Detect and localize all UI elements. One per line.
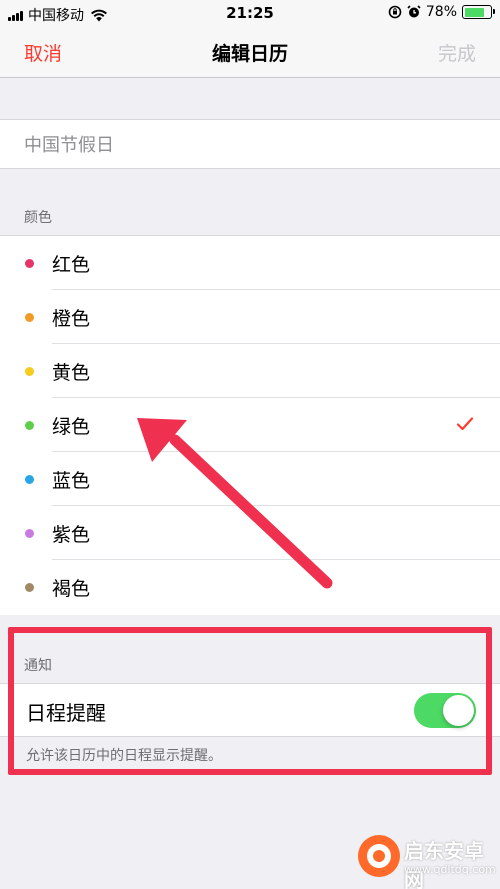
checkmark-icon bbox=[456, 417, 474, 431]
color-label: 红色 bbox=[52, 254, 91, 276]
color-option-green[interactable]: 绿色 bbox=[0, 398, 500, 452]
color-dot bbox=[25, 313, 34, 322]
color-dot bbox=[25, 583, 34, 592]
rotation-lock-icon bbox=[388, 5, 402, 19]
event-alerts-label: 日程提醒 bbox=[26, 701, 106, 725]
color-label: 紫色 bbox=[52, 524, 91, 546]
notifications-section-header: 通知 bbox=[24, 658, 52, 674]
color-dot bbox=[25, 421, 34, 430]
color-label: 黄色 bbox=[52, 362, 91, 384]
color-list: 红色 橙色 黄色 绿色 蓝色 紫色 褐色 bbox=[0, 235, 500, 615]
notifications-footer: 允许该日历中的日程显示提醒。 bbox=[26, 748, 222, 764]
color-option-yellow[interactable]: 黄色 bbox=[0, 344, 500, 398]
event-alerts-toggle[interactable] bbox=[414, 693, 476, 728]
color-dot bbox=[25, 259, 34, 268]
color-dot bbox=[25, 367, 34, 376]
calendar-name-group bbox=[0, 119, 500, 169]
color-option-red[interactable]: 红色 bbox=[0, 236, 500, 290]
battery-fill bbox=[464, 7, 484, 17]
navigation-bar: 取消 编辑日历 完成 bbox=[0, 28, 500, 78]
done-button[interactable]: 完成 bbox=[438, 39, 476, 66]
color-label: 橙色 bbox=[52, 308, 91, 330]
color-dot bbox=[25, 529, 34, 538]
color-label: 褐色 bbox=[52, 578, 91, 600]
color-option-orange[interactable]: 橙色 bbox=[0, 290, 500, 344]
watermark-name: 启东安卓网 bbox=[404, 839, 484, 889]
color-label: 蓝色 bbox=[52, 470, 91, 492]
colors-section-header: 颜色 bbox=[24, 210, 52, 226]
watermark: 启东安卓网 www.qdltdq.com bbox=[354, 827, 496, 889]
battery-percent: 78% bbox=[425, 4, 457, 20]
color-dot bbox=[25, 475, 34, 484]
notifications-group: 日程提醒 bbox=[0, 683, 500, 737]
status-bar: 中国移动 21:25 78% bbox=[0, 0, 500, 28]
calendar-name-input[interactable] bbox=[24, 120, 474, 168]
toggle-knob bbox=[443, 695, 474, 726]
watermark-logo-icon bbox=[358, 835, 400, 877]
color-option-brown[interactable]: 褐色 bbox=[0, 560, 500, 614]
status-right: 78% bbox=[388, 4, 495, 20]
color-option-blue[interactable]: 蓝色 bbox=[0, 452, 500, 506]
watermark-url: www.qdltdq.com bbox=[404, 863, 496, 876]
color-option-purple[interactable]: 紫色 bbox=[0, 506, 500, 560]
page-title: 编辑日历 bbox=[211, 43, 288, 65]
alarm-icon bbox=[407, 5, 421, 18]
color-label: 绿色 bbox=[52, 416, 91, 438]
battery-icon bbox=[462, 5, 495, 19]
